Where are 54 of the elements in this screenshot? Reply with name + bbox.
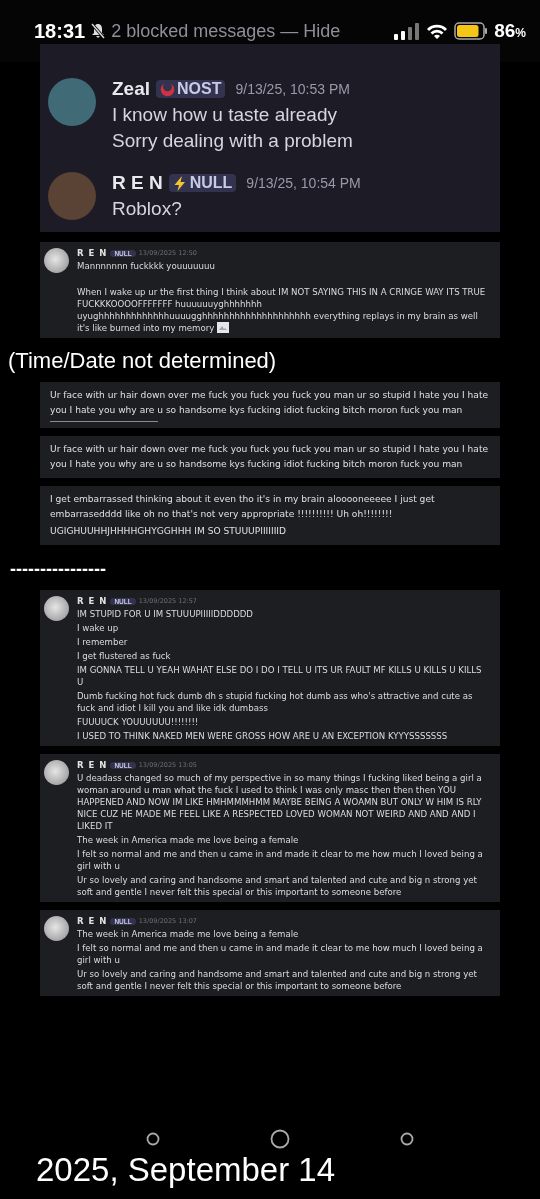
message-text: IM GONNA TELL U YEAH WAHAT ELSE DO I DO I TELL U ITS UR FAULT MF KILLS U KILLS U KILLS U xyxy=(77,664,483,688)
message-text: FUUUUCK YOUUUUUU!!!!!!!! xyxy=(77,716,200,728)
bell-off-icon xyxy=(91,23,106,39)
message-text: The week in America made me love being a female xyxy=(77,834,300,846)
wifi-icon xyxy=(426,22,449,40)
blocked-messages-notice[interactable]: 2 blocked messages — Hide xyxy=(111,20,389,42)
tag-badge: NULL xyxy=(168,174,237,192)
message-text: I felt so normal and me and then u came in and made it clear to me how much I loved being a girl with u xyxy=(77,942,484,966)
timestamp: 9/13/25, 10:53 PM xyxy=(235,81,350,97)
lightning-icon xyxy=(172,175,188,191)
username: R E N xyxy=(77,248,108,258)
username: R E N xyxy=(77,596,108,606)
message-text: I wake up xyxy=(77,622,120,634)
message-text: Mannnnnnn fuckkkk youuuuuuu xyxy=(77,260,216,272)
avatar xyxy=(44,760,69,785)
timestamp: 9/13/25, 10:54 PM xyxy=(246,175,361,191)
avatar xyxy=(44,916,69,941)
nav-circle-icon[interactable] xyxy=(146,1132,160,1146)
username: R E N xyxy=(77,916,108,926)
message-text: Dumb fucking hot fuck dumb dh s stupid fucking hot dumb ass who's attractive and cute as fuck and idiot I kill you and like idk dumbass xyxy=(77,690,474,714)
message-text: The week in America made me love being a female xyxy=(77,928,300,940)
nav-circle-icon[interactable] xyxy=(400,1132,414,1146)
message-text: Sorry dealing with a problem xyxy=(112,130,353,152)
message-text: Ur so lovely and caring and handsome and smart and talented and cute and big n strong yet soft and gentle I never felt this special or this important to someone before xyxy=(77,874,478,898)
message-text: Ur face with ur hair down over me fuck you fuck you fuck you man ur so stupid I hate you I hate you I hate you why are u so handsome kys fucking idiot fucking bitch moron fuck you man xyxy=(50,443,490,471)
battery-icon xyxy=(454,22,489,40)
message-text: UGIGHUUHHJHHHHGHYGGHHH IM SO STUUUPIIIIIIID xyxy=(50,525,288,538)
crescent-icon xyxy=(160,81,176,97)
tag-badge: NOST xyxy=(156,80,226,98)
message-text: IM STUPID FOR U IM STUUUPIIIIIDDDDDD xyxy=(77,608,254,620)
avatar xyxy=(44,596,69,621)
message-text: Ur so lovely and caring and handsome and smart and talented and cute and big n strong yet soft and gentle I never felt this special or this important to someone before xyxy=(77,968,478,992)
message-text: Roblox? xyxy=(112,198,183,220)
caption: (Time/Date not determined) xyxy=(8,348,278,374)
message-text: When I wake up ur the first thing I think about IM NOT SAYING THIS IN A CRINGE WAY ITS TRUE FUCKKKOOOOFFFFFFF huuuuuuyghhhhhhh uyughhhhhhhhhhhhhuuuugghhhhhhhhhhhhhhhhhhhh everything replays in my brain as well it's like burned into my memory xyxy=(77,286,487,334)
message-text: Ur face with ur hair down over me fuck you fuck you fuck you man ur so stupid I hate you I hate you I hate you why are u so handsome kys fucking idiot fucking bitch moron fuck you man xyxy=(50,389,490,417)
percent-sign: % xyxy=(515,26,526,40)
message-text: I felt so normal and me and then u came in and made it clear to me how much I loved being a girl with u xyxy=(77,848,484,872)
battery-percentage: 86 xyxy=(494,20,516,42)
message-text: I remember xyxy=(77,636,129,648)
username: R E N xyxy=(77,760,108,770)
date-caption: 2025, September 14 xyxy=(36,1151,337,1189)
clock: 18:31 xyxy=(34,19,86,43)
dashed-separator: ---------------- xyxy=(10,559,107,580)
username: R E N xyxy=(112,172,163,194)
message-text: I USED TO THINK NAKED MEN WERE GROSS HOW ARE U AN EXCEPTION KYYYSSSSSSS xyxy=(77,730,449,742)
signal-icon xyxy=(394,22,421,40)
message-text: I get embarrassed thinking about it even tho it's in my brain alooooneeeee I just get embarrasedddd like oh no that's not very appropriate !!!!!!!!!! Uh oh!!!!!!!! xyxy=(50,493,436,521)
message-text: U deadass changed so much of my perspective in so many things I fucking liked being a girl a woman around u man what the fuck I used to think I was only masc then then then YOU HAPPENED AND NOW IM LIKE HMHMMMHMM MAYBE BEING A WOAMN BUT ONLY W HIM IS RLY NICE CUZ HE MADE ME FEEL LIKE A RESPECTED LOVED WOMAN NOT WEIRD AND AND AND I LIKED IT xyxy=(77,772,483,832)
username: Zeal xyxy=(112,78,151,100)
avatar xyxy=(44,248,69,273)
message-text: I get flustered as fuck xyxy=(77,650,172,662)
home-circle-icon[interactable] xyxy=(270,1129,290,1149)
message-text: I know how u taste already xyxy=(112,104,338,126)
